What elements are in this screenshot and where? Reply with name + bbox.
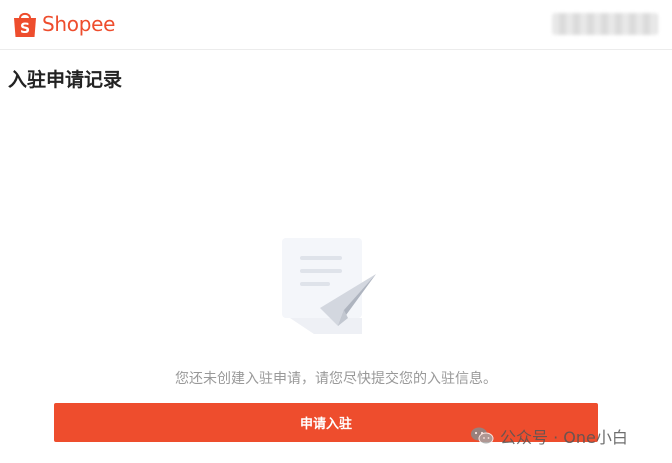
empty-state-message: 您还未创建入驻申请，请您尽快提交您的入驻信息。 <box>175 371 497 387</box>
shopee-bag-icon: S <box>14 12 36 37</box>
shopee-logo[interactable]: S Shopee <box>12 9 115 39</box>
svg-text:S: S <box>20 21 30 37</box>
logo-text: Shopee <box>42 12 116 36</box>
empty-paper-plane-icon <box>282 238 376 334</box>
page-title: 入驻申请记录 <box>8 69 123 91</box>
wechat-icon <box>471 427 494 445</box>
user-account-blurred[interactable] <box>552 13 658 35</box>
watermark: 公众号 · One小白 <box>470 424 628 448</box>
top-header: S Shopee <box>0 0 672 50</box>
watermark-text: 公众号 · One小白 <box>500 428 628 447</box>
